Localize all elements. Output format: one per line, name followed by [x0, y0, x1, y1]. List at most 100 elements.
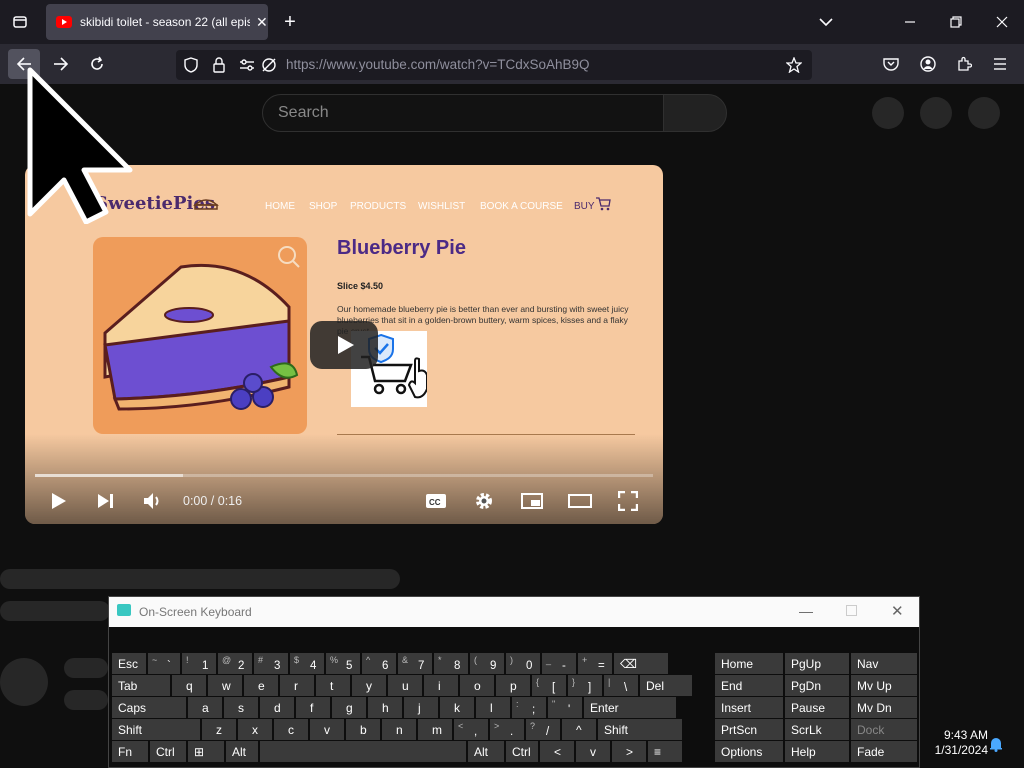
key-3-0-4[interactable]: 3 #	[254, 653, 288, 674]
key-shift-3-0[interactable]: Shift	[112, 719, 200, 740]
key-shift-3-12[interactable]: Shift	[598, 719, 682, 740]
key-mv-dn[interactable]: Mv Dn	[851, 697, 917, 718]
key-a-2-1[interactable]: a	[188, 697, 222, 718]
volume-button[interactable]	[139, 487, 167, 515]
key-0-0-11[interactable]: 0)	[506, 653, 540, 674]
key-x-3-2[interactable]: x	[238, 719, 272, 740]
key-d-2-3[interactable]: d	[260, 697, 294, 718]
key-t-1-5[interactable]: t	[316, 675, 350, 696]
key-n-3-6[interactable]: n	[382, 719, 416, 740]
browser-tab[interactable]: skibidi toilet - season 22 (all episodes…	[46, 4, 268, 40]
progress-bar[interactable]	[35, 474, 653, 477]
key-insert[interactable]: Insert	[715, 697, 783, 718]
key-mv-up[interactable]: Mv Up	[851, 675, 917, 696]
key-c-3-3[interactable]: c	[274, 719, 308, 740]
shield-icon[interactable]	[182, 56, 200, 74]
osk-minimize-icon[interactable]: —	[799, 603, 813, 619]
key-j-2-7[interactable]: j	[404, 697, 438, 718]
play-button[interactable]	[45, 487, 73, 515]
key-alt-4-3[interactable]: Alt	[226, 741, 258, 762]
key-symbol-1-13[interactable]: \ |	[604, 675, 638, 696]
key-5-0-6[interactable]: 5%	[326, 653, 360, 674]
key-ctrl-4-6[interactable]: Ctrl	[506, 741, 538, 762]
notification-bell-icon[interactable]	[988, 736, 1004, 752]
key-v-4-8[interactable]: v	[576, 741, 610, 762]
pocket-icon[interactable]	[880, 53, 902, 75]
key-symbol-0-13[interactable]: = +	[578, 653, 612, 674]
key-symbol-3-9[interactable]: . >	[490, 719, 524, 740]
key-alt-4-5[interactable]: Alt	[468, 741, 504, 762]
key-o-1-9[interactable]: o	[460, 675, 494, 696]
key-symbol-0-12[interactable]: - _	[542, 653, 576, 674]
key-e-1-3[interactable]: e	[244, 675, 278, 696]
key-symbol-3-11[interactable]: ^	[562, 719, 596, 740]
youtube-search-input[interactable]: Search	[262, 94, 664, 132]
key-4-0-5[interactable]: 4 $	[290, 653, 324, 674]
key-symbol-4-2[interactable]: ⊞	[188, 741, 224, 762]
key-symbol-4-10[interactable]: ≡	[648, 741, 682, 762]
key-caps-2-0[interactable]: Caps	[112, 697, 186, 718]
next-button[interactable]	[92, 487, 120, 515]
key-del-1-14[interactable]: Del	[640, 675, 692, 696]
key-dock[interactable]: Dock	[851, 719, 917, 740]
key-symbol-3-10[interactable]: /?	[526, 719, 560, 740]
youtube-search-button[interactable]	[663, 94, 727, 132]
key-end[interactable]: End	[715, 675, 783, 696]
key-b-3-5[interactable]: b	[346, 719, 380, 740]
key-options[interactable]: Options	[715, 741, 783, 762]
key-2-0-3[interactable]: 2 @	[218, 653, 252, 674]
account-icon[interactable]	[917, 53, 939, 75]
key-7-0-8[interactable]: 7 &	[398, 653, 432, 674]
key-f-2-4[interactable]: f	[296, 697, 330, 718]
avatar[interactable]	[968, 97, 1000, 129]
key-q-1-1[interactable]: q	[172, 675, 206, 696]
key-tab-1-0[interactable]: Tab	[112, 675, 170, 696]
key-s-2-2[interactable]: s	[224, 697, 258, 718]
key-symbol-1-12[interactable]: ]}	[568, 675, 602, 696]
lock-icon[interactable]	[210, 56, 228, 74]
key-fade[interactable]: Fade	[851, 741, 917, 762]
key-g-2-5[interactable]: g	[332, 697, 366, 718]
permissions-icon[interactable]	[238, 56, 256, 74]
key-v-3-4[interactable]: v	[310, 719, 344, 740]
system-clock[interactable]: 9:43 AM 1/31/2024	[922, 728, 988, 758]
key-pgdn[interactable]: PgDn	[785, 675, 849, 696]
app-menu-icon[interactable]	[989, 53, 1011, 75]
notifications-button[interactable]	[920, 97, 952, 129]
list-all-tabs-icon[interactable]	[814, 11, 838, 33]
key-blank-4-4[interactable]	[260, 741, 466, 762]
key-enter-2-12[interactable]: Enter	[584, 697, 676, 718]
key-9-0-10[interactable]: 9(	[470, 653, 504, 674]
restore-icon[interactable]	[944, 11, 968, 33]
close-window-icon[interactable]	[990, 11, 1014, 33]
key-w-1-2[interactable]: w	[208, 675, 242, 696]
url-text[interactable]: https://www.youtube.com/watch?v=TCdxSoAh…	[286, 57, 590, 72]
key-symbol-2-10[interactable]: ;:	[512, 697, 546, 718]
key-l-2-9[interactable]: l	[476, 697, 510, 718]
key-symbol-0-1[interactable]: ` ~	[148, 653, 180, 674]
key-symbol-1-11[interactable]: [{	[532, 675, 566, 696]
key-prtscn[interactable]: PrtScn	[715, 719, 783, 740]
subtitles-button[interactable]: CC	[422, 487, 450, 515]
key-y-1-6[interactable]: y	[352, 675, 386, 696]
minimize-icon[interactable]	[898, 11, 922, 33]
key-symbol-3-8[interactable]: , <	[454, 719, 488, 740]
key-m-3-7[interactable]: m	[418, 719, 452, 740]
key-symbol-4-9[interactable]: >	[612, 741, 646, 762]
osk-maximize-icon[interactable]	[846, 605, 857, 616]
key-6-0-7[interactable]: 6 ^	[362, 653, 396, 674]
large-play-button[interactable]	[310, 321, 378, 369]
settings-button[interactable]	[470, 487, 498, 515]
bookmark-star-icon[interactable]	[784, 56, 804, 74]
key-p-1-10[interactable]: p	[496, 675, 530, 696]
theater-mode-button[interactable]	[566, 487, 594, 515]
key-u-1-7[interactable]: u	[388, 675, 422, 696]
tab-close-icon[interactable]: ✕	[256, 14, 268, 31]
create-button[interactable]	[872, 97, 904, 129]
miniplayer-button[interactable]	[518, 487, 546, 515]
key-scrlk[interactable]: ScrLk	[785, 719, 849, 740]
key-8-0-9[interactable]: 8 *	[434, 653, 468, 674]
extensions-icon[interactable]	[953, 53, 975, 75]
osk-close-icon[interactable]: ✕	[891, 602, 904, 620]
tab-list-icon[interactable]	[8, 11, 32, 33]
